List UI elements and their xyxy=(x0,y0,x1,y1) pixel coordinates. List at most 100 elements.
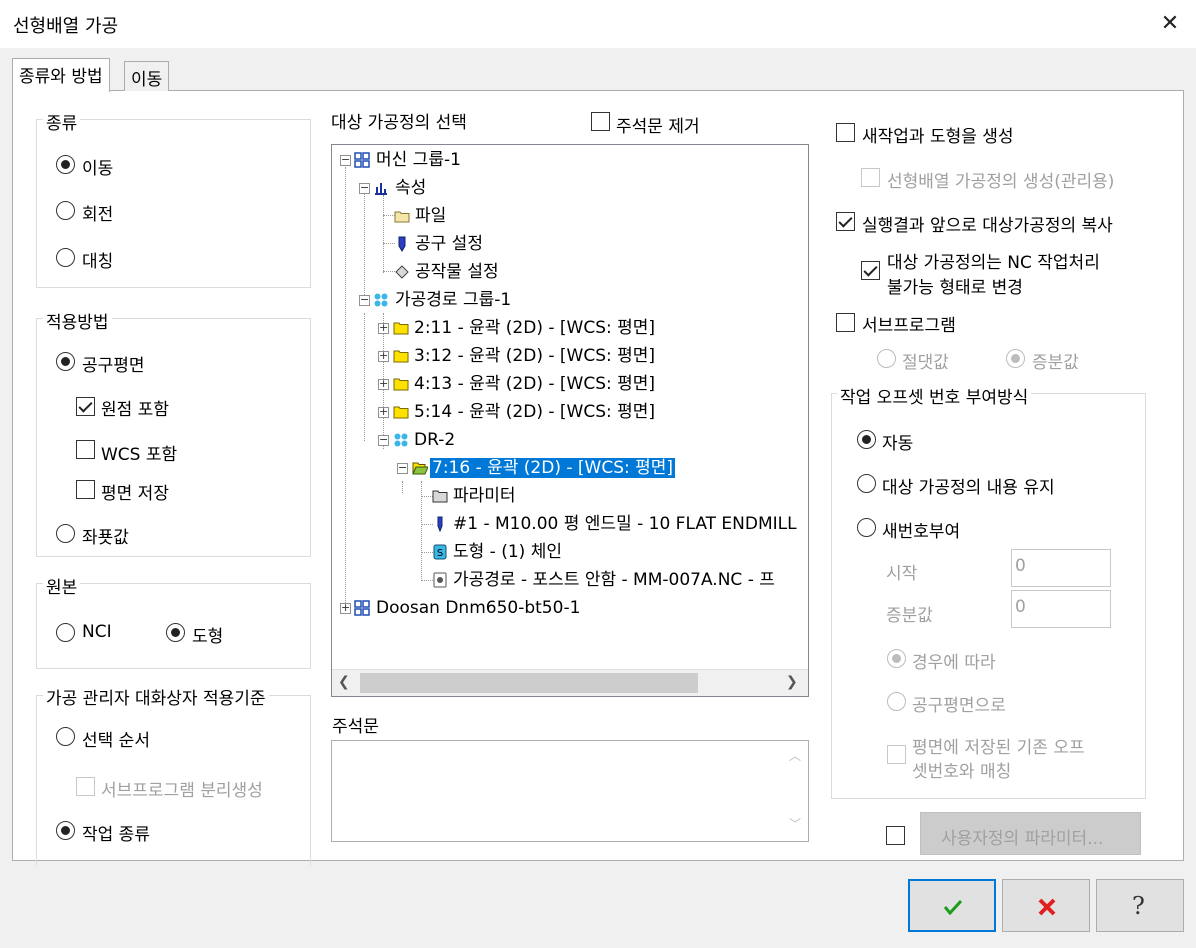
change-to-disabled-label-2: 불가능 형태로 변경 xyxy=(887,278,1023,298)
type-move-radio[interactable] xyxy=(56,155,75,174)
coord-radio[interactable] xyxy=(56,524,75,543)
scrollbar-thumb[interactable] xyxy=(360,673,698,693)
subprogram-checkbox[interactable] xyxy=(836,313,855,332)
custom-params-checkbox[interactable] xyxy=(886,826,905,845)
new-op-geometry-checkbox[interactable] xyxy=(836,123,855,142)
subprogram-split-checkbox[interactable] xyxy=(76,777,95,796)
type-rotate-radio[interactable] xyxy=(56,201,75,220)
subprogram-split-label: 서브프로그램 분리생성 xyxy=(101,781,263,801)
ok-button[interactable] xyxy=(908,879,996,932)
include-origin-label: 원점 포함 xyxy=(101,400,169,420)
copy-before-after-label: 실행결과 앞으로 대상가공정의 복사 xyxy=(862,216,1113,236)
type-rotate-label: 회전 xyxy=(82,205,114,225)
match-offset-label-2: 셋번호와 매칭 xyxy=(912,762,1012,782)
copy-before-after-checkbox[interactable] xyxy=(836,212,855,231)
nci-radio[interactable] xyxy=(56,623,75,642)
tree-item-toolpath[interactable]: 가공경로 - 포스트 안함 - MM-007A.NC - 프 xyxy=(453,567,775,593)
tree-item-machine-group[interactable]: 머신 그룹-1 xyxy=(376,147,461,173)
checkmark-icon xyxy=(944,899,962,915)
target-title: 대상 가공정의 선택 xyxy=(331,113,467,133)
keep-radio[interactable] xyxy=(857,474,876,493)
type-mirror-radio[interactable] xyxy=(56,248,75,267)
svg-text:S: S xyxy=(437,548,443,559)
start-input[interactable]: 0 xyxy=(1011,549,1111,587)
remove-comment-checkbox[interactable] xyxy=(591,112,610,131)
operation-folder-icon xyxy=(393,378,409,391)
change-to-disabled-checkbox[interactable] xyxy=(861,261,880,280)
tree-item-label: DR-2 xyxy=(414,430,456,450)
tree-item-files[interactable]: 파일 xyxy=(415,203,446,229)
tree-item-dr-group[interactable]: DR-2 xyxy=(414,427,455,453)
toolpath-group-icon xyxy=(374,293,388,307)
comment-textarea[interactable]: ︿ ﹀ xyxy=(331,740,809,842)
tree-item-label: 4:13 - 윤곽 (2D) - [WCS: 평면] xyxy=(414,374,656,394)
tree-item-tool-settings[interactable]: 공구 설정 xyxy=(415,231,483,257)
custom-params-button[interactable]: 사용자정의 파라미터... xyxy=(920,812,1141,855)
tree-item-operation[interactable]: 3:12 - 윤곽 (2D) - [WCS: 평면] xyxy=(414,343,655,369)
tree-item-parameters[interactable]: 파라미터 xyxy=(453,483,516,509)
geometry-icon: S xyxy=(433,544,447,560)
match-offset-checkbox[interactable] xyxy=(887,745,906,764)
comment-label: 주석문 xyxy=(332,717,379,737)
include-wcs-checkbox[interactable] xyxy=(76,440,95,459)
tree-item-machine2[interactable]: Doosan Dnm650-bt50-1 xyxy=(376,595,580,621)
operation-folder-icon xyxy=(393,350,409,363)
tree-item-label: 가공경로 - 포스트 안함 - MM-007A.NC - 프 xyxy=(453,570,775,590)
tree-item-label: 2:11 - 윤곽 (2D) - [WCS: 평면] xyxy=(414,318,656,338)
geometry-radio[interactable] xyxy=(166,623,185,642)
geometry-label: 도형 xyxy=(192,627,224,647)
tree-item-operation-selected[interactable]: 7:16 - 윤곽 (2D) - [WCS: 평면] xyxy=(430,455,676,481)
save-plane-label: 평면 저장 xyxy=(101,484,169,504)
per-case-radio[interactable] xyxy=(887,649,906,668)
tab-move[interactable]: 이동 xyxy=(124,61,170,91)
save-plane-checkbox[interactable] xyxy=(76,480,95,499)
open-folder-icon xyxy=(412,462,428,475)
tree-item-properties[interactable]: 속성 xyxy=(395,175,426,201)
tree-item-label: 3:12 - 윤곽 (2D) - [WCS: 평면] xyxy=(414,346,656,366)
help-button[interactable]: ? xyxy=(1096,879,1184,932)
per-case-label: 경우에 따라 xyxy=(912,653,996,673)
tree-item-label: 속성 xyxy=(395,178,427,198)
tree-item-operation[interactable]: 5:14 - 윤곽 (2D) - [WCS: 평면] xyxy=(414,399,655,425)
type-group-title: 종류 xyxy=(43,109,81,134)
tab-type-method[interactable]: 종류와 방법 xyxy=(12,58,110,92)
match-offset-label-1: 평면에 저장된 기존 오프 xyxy=(912,738,1085,758)
change-to-disabled-label-1: 대상 가공정의는 NC 작업처리 xyxy=(887,253,1100,273)
tree-item-operation[interactable]: 4:13 - 윤곽 (2D) - [WCS: 평면] xyxy=(414,371,655,397)
close-icon[interactable]: ✕ xyxy=(1154,8,1186,40)
cancel-x-icon xyxy=(1038,898,1056,916)
tree-horizontal-scrollbar[interactable]: ❮ ❯ xyxy=(332,669,808,696)
tree-item-tool[interactable]: #1 - M10.00 평 엔드밀 - 10 FLAT ENDMILL xyxy=(453,511,797,537)
tool-plane-radio[interactable] xyxy=(56,352,75,371)
auto-radio[interactable] xyxy=(857,430,876,449)
tree-item-label: 도형 - (1) 체인 xyxy=(453,542,562,562)
create-array-op-label: 선형배열 가공정의 생성(관리용) xyxy=(887,172,1115,192)
tree-item-geometry[interactable]: 도형 - (1) 체인 xyxy=(453,539,562,565)
incremental-radio[interactable] xyxy=(1006,349,1025,368)
by-tool-plane-radio[interactable] xyxy=(887,692,906,711)
tree-item-label: 공구 설정 xyxy=(415,234,483,254)
operation-type-radio[interactable] xyxy=(56,821,75,840)
tree-item-toolpath-group[interactable]: 가공경로 그룹-1 xyxy=(395,287,511,313)
tree-item-stock-settings[interactable]: 공작물 설정 xyxy=(415,259,499,285)
absolute-radio[interactable] xyxy=(877,349,896,368)
tree-item-operation[interactable]: 2:11 - 윤곽 (2D) - [WCS: 평면] xyxy=(414,315,655,341)
tree-item-label: 파라미터 xyxy=(453,486,516,506)
increment-input[interactable]: 0 xyxy=(1011,590,1111,628)
operation-type-label: 작업 종류 xyxy=(82,825,150,845)
scroll-up-icon[interactable]: ︿ xyxy=(789,747,801,764)
scroll-down-icon[interactable]: ﹀ xyxy=(789,815,801,832)
include-origin-checkbox[interactable] xyxy=(76,397,95,416)
cancel-button[interactable] xyxy=(1002,879,1090,932)
comment-vertical-scrollbar[interactable]: ︿ ﹀ xyxy=(782,741,808,841)
create-array-op-checkbox[interactable] xyxy=(861,168,880,187)
stock-icon xyxy=(395,265,409,279)
selection-order-radio[interactable] xyxy=(56,727,75,746)
scroll-right-icon[interactable]: ❯ xyxy=(786,674,798,690)
offset-group-title: 작업 오프셋 번호 부여방식 xyxy=(837,383,1032,408)
renumber-radio[interactable] xyxy=(857,518,876,537)
parameters-folder-icon xyxy=(432,490,448,503)
scroll-left-icon[interactable]: ❮ xyxy=(338,674,350,690)
operation-tree[interactable]: − 머신 그룹-1 − 속성 파일 공구 설정 공작물 설정 − 가공경로 그룹… xyxy=(331,144,809,697)
tree-item-label: 7:16 - 윤곽 (2D) - [WCS: 평면] xyxy=(430,458,676,478)
